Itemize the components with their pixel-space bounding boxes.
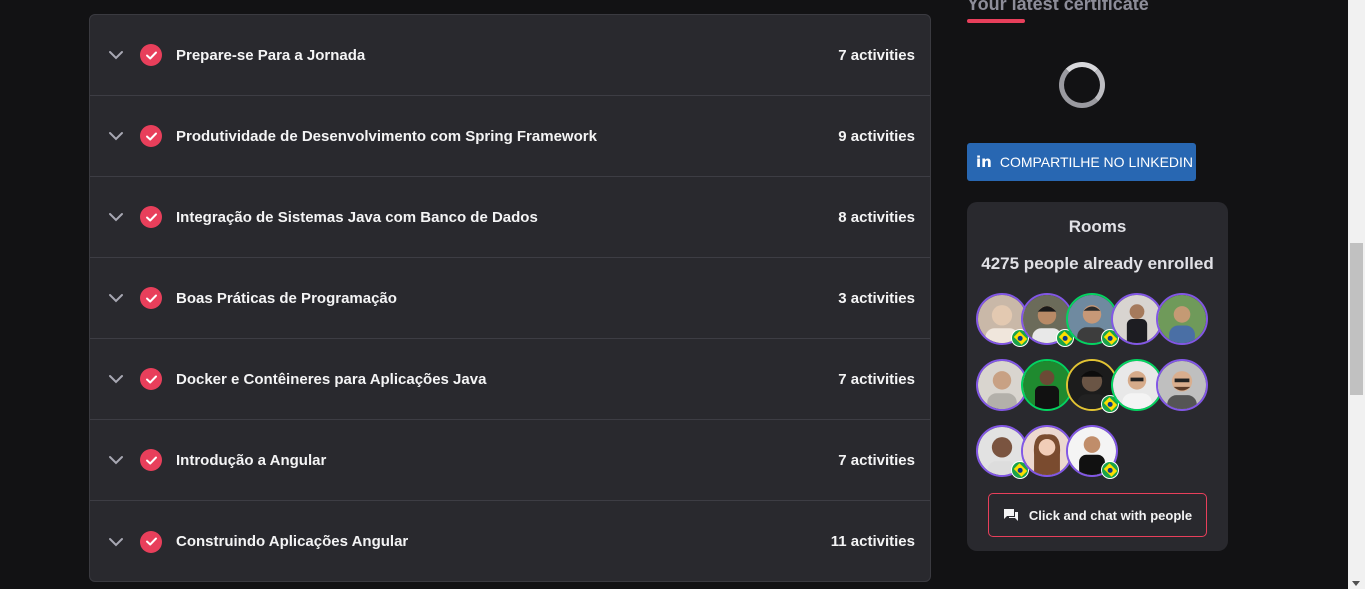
scrollbar-thumb[interactable] — [1350, 243, 1363, 395]
check-icon — [140, 206, 162, 228]
check-icon — [140, 44, 162, 66]
brazil-flag-icon — [1101, 461, 1119, 479]
module-activity-count: 8 activities — [838, 208, 915, 226]
module-title: Prepare-se Para a Jornada — [176, 46, 366, 64]
check-icon — [140, 368, 162, 390]
share-linkedin-label: COMPARTILHE NO LINKEDIN — [999, 154, 1194, 170]
scroll-down-arrow-icon[interactable] — [1352, 581, 1360, 586]
chevron-down-icon[interactable] — [106, 288, 126, 308]
chevron-down-icon[interactable] — [106, 126, 126, 146]
module-row[interactable]: Produtividade de Desenvolvimento com Spr… — [90, 96, 930, 177]
module-row[interactable]: Integração de Sistemas Java com Banco de… — [90, 177, 930, 258]
module-row[interactable]: Introdução a Angular 7 activities — [90, 420, 930, 501]
module-activity-count: 9 activities — [838, 127, 915, 145]
chevron-down-icon[interactable] — [106, 369, 126, 389]
chevron-down-icon[interactable] — [106, 450, 126, 470]
module-title: Boas Práticas de Programação — [176, 289, 397, 307]
module-activity-count: 11 activities — [830, 533, 915, 550]
module-title: Produtividade de Desenvolvimento com Spr… — [176, 127, 597, 145]
linkedin-icon: in — [976, 153, 992, 171]
avatar[interactable] — [1156, 293, 1208, 345]
module-activity-count: 7 activities — [838, 451, 915, 469]
page: Prepare-se Para a Jornada 7 activities P… — [0, 0, 1365, 589]
module-title: Construindo Aplicações Angular — [176, 533, 409, 550]
check-icon — [140, 449, 162, 471]
check-icon — [140, 125, 162, 147]
rooms-card: Rooms 4275 people already enrolled Click… — [967, 202, 1228, 551]
avatar[interactable] — [1156, 359, 1208, 411]
module-row[interactable]: Boas Práticas de Programação 3 activitie… — [90, 258, 930, 339]
module-title: Integração de Sistemas Java com Banco de… — [176, 208, 538, 226]
module-activity-count: 7 activities — [838, 46, 915, 64]
chevron-down-icon[interactable] — [106, 532, 126, 552]
module-activity-count: 3 activities — [838, 289, 915, 307]
module-title: Introdução a Angular — [176, 451, 327, 469]
module-activity-count: 7 activities — [838, 370, 915, 388]
rooms-title: Rooms — [1068, 217, 1127, 236]
module-list: Prepare-se Para a Jornada 7 activities P… — [89, 14, 931, 582]
check-icon — [140, 530, 162, 553]
chevron-down-icon[interactable] — [106, 207, 126, 227]
enrolled-count: 4275 people already enrolled — [981, 254, 1214, 273]
loading-spinner-icon — [1059, 62, 1105, 108]
share-linkedin-button[interactable]: in COMPARTILHE NO LINKEDIN — [967, 143, 1196, 181]
module-row[interactable]: Construindo Aplicações Angular 11 activi… — [90, 501, 930, 581]
chat-button[interactable]: Click and chat with people — [988, 493, 1207, 537]
module-title: Docker e Contêineres para Aplicações Jav… — [176, 370, 487, 388]
module-row[interactable]: Prepare-se Para a Jornada 7 activities — [90, 15, 930, 96]
chat-button-label: Click and chat with people — [1028, 507, 1193, 523]
chevron-down-icon[interactable] — [106, 45, 126, 65]
page-scrollbar[interactable] — [1348, 0, 1365, 589]
check-icon — [140, 287, 162, 309]
module-row[interactable]: Docker e Contêineres para Aplicações Jav… — [90, 339, 930, 420]
chat-icon — [1003, 509, 1018, 521]
heading-underline — [967, 19, 1025, 23]
certificate-heading: Your latest certificate — [967, 0, 1149, 14]
